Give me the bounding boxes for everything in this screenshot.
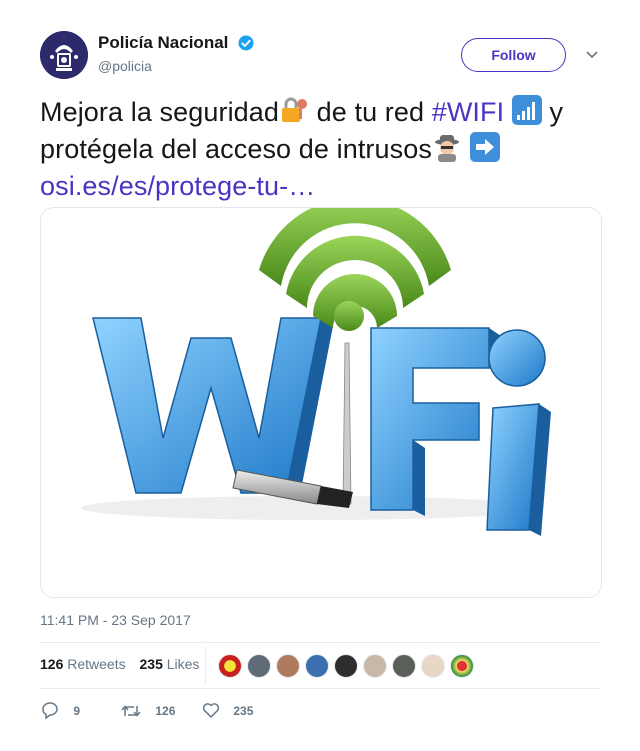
wifi-letter-i bbox=[486, 329, 551, 536]
liker-avatar[interactable] bbox=[218, 654, 242, 678]
liker-avatar[interactable] bbox=[334, 654, 358, 678]
verified-icon bbox=[238, 35, 254, 51]
liker-avatar[interactable] bbox=[450, 654, 474, 678]
stats-separator bbox=[205, 646, 206, 684]
detective-icon bbox=[434, 135, 459, 162]
lock-key-icon bbox=[282, 97, 308, 122]
tweet-timestamp[interactable]: 11:41 PM - 23 Sep 2017 bbox=[40, 612, 191, 628]
tweet-link[interactable]: osi.es/es/protege-tu-… bbox=[40, 171, 315, 201]
tweet-text-segment: de tu red bbox=[309, 97, 432, 127]
likes-count[interactable]: 235 bbox=[140, 656, 163, 672]
retweet-button[interactable]: 126 bbox=[120, 702, 175, 720]
liker-avatar[interactable] bbox=[363, 654, 387, 678]
reply-button[interactable]: 9 bbox=[40, 702, 80, 720]
tweet-text: Mejora la seguridad de tu red #WIFI y pr… bbox=[40, 94, 600, 205]
wifi-illustration bbox=[41, 208, 601, 597]
tweet-stats: 126 Retweets 235 Likes bbox=[40, 656, 199, 672]
display-name[interactable]: Policía Nacional bbox=[98, 33, 228, 53]
reply-count: 9 bbox=[73, 704, 81, 718]
user-handle[interactable]: @policia bbox=[98, 58, 255, 74]
retweets-count[interactable]: 126 bbox=[40, 656, 63, 672]
retweets-label[interactable]: Retweets bbox=[67, 656, 125, 672]
tweet-header: Policía Nacional @policia Follow bbox=[40, 31, 600, 79]
like-count: 235 bbox=[233, 703, 254, 718]
name-block: Policía Nacional @policia bbox=[98, 33, 255, 74]
right-arrow-icon bbox=[469, 132, 500, 162]
liker-avatar[interactable] bbox=[276, 654, 300, 678]
liker-avatar[interactable] bbox=[392, 654, 416, 678]
heart-icon bbox=[202, 703, 220, 718]
retweet-icon bbox=[121, 705, 141, 717]
tweet-media-image[interactable] bbox=[40, 207, 602, 598]
follow-button[interactable]: Follow bbox=[461, 38, 566, 72]
tweet-text-segment: Mejora la seguridad bbox=[40, 97, 280, 127]
retweet-count: 126 bbox=[155, 704, 176, 718]
divider bbox=[40, 688, 600, 689]
liker-avatar[interactable] bbox=[305, 654, 329, 678]
antenna-bars-icon bbox=[511, 95, 542, 125]
like-button[interactable]: 235 bbox=[202, 702, 253, 719]
chevron-down-icon[interactable] bbox=[585, 47, 599, 61]
avatar[interactable] bbox=[40, 31, 88, 79]
likes-label[interactable]: Likes bbox=[167, 656, 200, 672]
hashtag-link[interactable]: #WIFI bbox=[432, 97, 505, 127]
liker-avatar[interactable] bbox=[247, 654, 271, 678]
liker-avatar[interactable] bbox=[421, 654, 445, 678]
divider bbox=[40, 642, 600, 643]
reply-icon bbox=[42, 702, 58, 720]
